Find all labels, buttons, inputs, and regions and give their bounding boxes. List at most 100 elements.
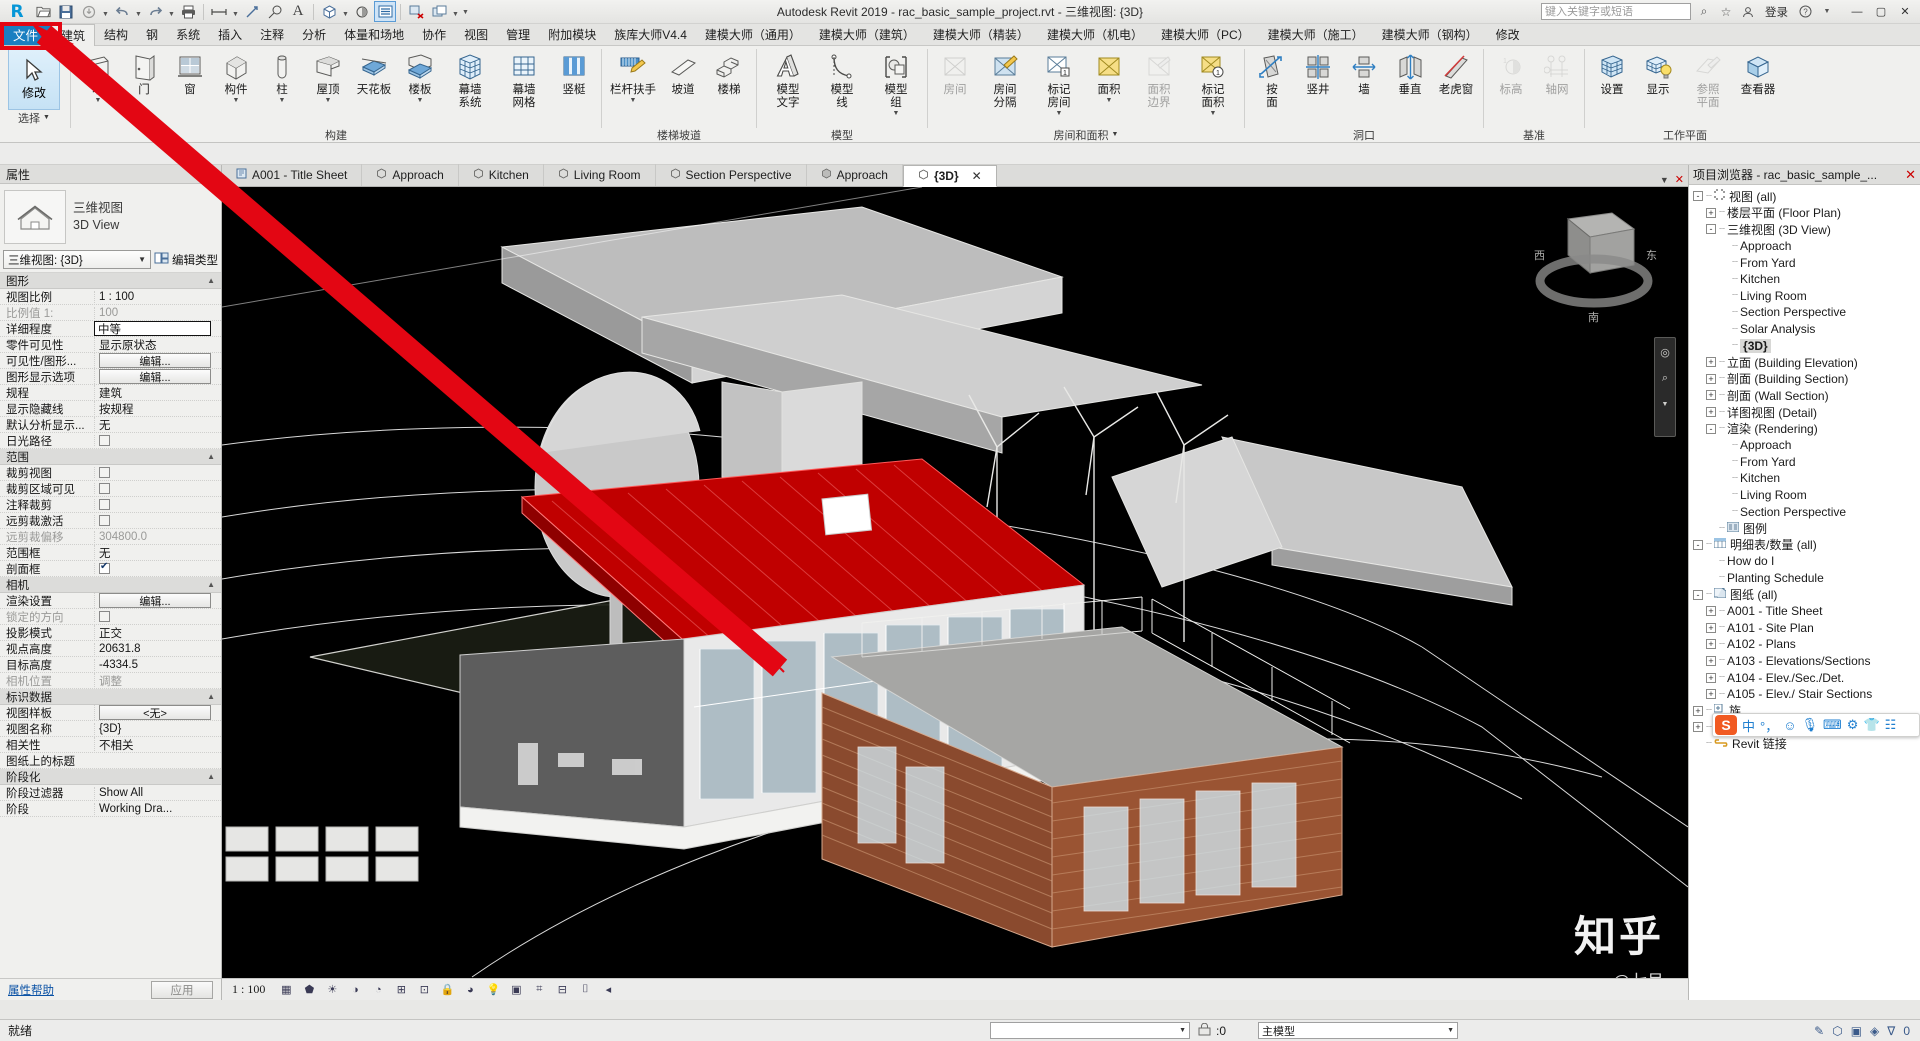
tree-node[interactable]: +┄A103 - Elevations/Sections xyxy=(1691,653,1920,670)
reveal-hidden-elements-icon[interactable]: 💡 xyxy=(485,982,501,998)
chevron-down-icon[interactable]: ▼ xyxy=(279,97,286,104)
expand-icon[interactable]: + xyxy=(1706,390,1716,400)
ribbon-tool-railing[interactable]: 栏杆扶手▼ xyxy=(606,49,660,104)
active-workset-icon[interactable]: ◈ xyxy=(1870,1024,1879,1038)
sun-path-icon[interactable]: ☀ xyxy=(324,982,340,998)
ime-toolbox-icon[interactable]: ⚙ xyxy=(1847,717,1859,733)
view-tab-0[interactable]: A001 - Title Sheet xyxy=(222,164,362,186)
shadows-icon[interactable]: ◑ xyxy=(347,982,363,998)
property-value[interactable]: Show All xyxy=(94,787,221,799)
view-tab-5[interactable]: Approach xyxy=(807,164,903,186)
tag-icon[interactable] xyxy=(264,1,286,22)
tree-node[interactable]: -┄明细表/数量 (all) xyxy=(1691,536,1920,553)
drawing-canvas[interactable]: 西 东 南 ◎ ⌕ ▼ 知乎 @七号 xyxy=(222,187,1688,1000)
visual-style-icon[interactable]: ⬟ xyxy=(301,982,317,998)
tree-node-label[interactable]: 图纸 (all) xyxy=(1730,586,1777,603)
ribbon-tool-curtain-grid[interactable]: 幕墙网格 xyxy=(497,49,551,110)
project-browser-tree[interactable]: -┄视图 (all)+┄楼层平面 (Floor Plan)-┄三维视图 (3D … xyxy=(1689,185,1920,1000)
checkbox[interactable] xyxy=(99,611,110,622)
tree-node[interactable]: ┄Approach xyxy=(1691,437,1920,454)
tree-node-label[interactable]: From Yard xyxy=(1740,256,1796,270)
measure-icon[interactable] xyxy=(208,1,230,22)
ribbon-tab-16[interactable]: 建模大师（机电） xyxy=(1038,23,1152,45)
properties-group-4[interactable]: 阶段化▲ xyxy=(0,769,221,785)
tree-node[interactable]: ┄{3D} xyxy=(1691,337,1920,354)
undo-dropdown-icon[interactable]: ▼ xyxy=(134,1,143,22)
ribbon-tab-20[interactable]: 修改 xyxy=(1487,23,1529,45)
collapse-icon[interactable]: - xyxy=(1693,540,1703,550)
minimize-button[interactable]: — xyxy=(1846,2,1868,22)
tree-node[interactable]: +┄剖面 (Building Section) xyxy=(1691,371,1920,388)
ribbon-tool-floor[interactable]: 楼板▼ xyxy=(397,49,443,104)
print-icon[interactable] xyxy=(177,1,199,22)
switch-windows-icon[interactable] xyxy=(428,1,450,22)
navbar-dropdown-icon[interactable]: ▼ xyxy=(1657,396,1673,412)
expand-icon[interactable]: + xyxy=(1706,673,1716,683)
view-tab-2[interactable]: Kitchen xyxy=(459,164,544,186)
tree-node-label[interactable]: 剖面 (Wall Section) xyxy=(1727,387,1829,404)
tree-node[interactable]: ┄图例 xyxy=(1691,520,1920,537)
redo-dropdown-icon[interactable]: ▼ xyxy=(167,1,176,22)
ribbon-tool-show-workplane[interactable]: 显示 xyxy=(1635,49,1681,97)
redo-icon[interactable] xyxy=(144,1,166,22)
tree-node[interactable]: +┄立面 (Building Elevation) xyxy=(1691,354,1920,371)
chevron-up-icon[interactable]: ▲ xyxy=(207,692,215,701)
tree-node-label[interactable]: Approach xyxy=(1740,239,1791,253)
ribbon-tab-11[interactable]: 附加模块 xyxy=(539,23,605,45)
tree-node[interactable]: ┄From Yard xyxy=(1691,254,1920,271)
ribbon-tool-model-group[interactable]: 模型组▼ xyxy=(869,49,923,117)
tree-node-label[interactable]: Revit 链接 xyxy=(1732,735,1787,752)
property-value[interactable]: 1 : 100 xyxy=(94,291,221,303)
save-as-icon[interactable] xyxy=(78,1,100,22)
checkbox[interactable] xyxy=(99,563,110,574)
tree-node-label[interactable]: A103 - Elevations/Sections xyxy=(1727,654,1870,668)
sogou-logo-icon[interactable]: S xyxy=(1715,715,1737,735)
ribbon-tab-4[interactable]: 插入 xyxy=(209,23,251,45)
ribbon-tab-18[interactable]: 建模大师（施工） xyxy=(1259,23,1373,45)
collapse-icon[interactable]: - xyxy=(1706,224,1716,234)
rendering-dialog-icon[interactable]: ◔ xyxy=(370,982,386,998)
properties-help-link[interactable]: 属性帮助 xyxy=(8,982,54,998)
ribbon-tool-wall[interactable]: 墙▼ xyxy=(75,49,121,104)
view-tab-4[interactable]: Section Perspective xyxy=(656,164,807,186)
tree-node-label[interactable]: 图例 xyxy=(1743,520,1767,537)
detail-level-icon[interactable]: ▦ xyxy=(278,982,294,998)
tree-node-label[interactable]: 三维视图 (3D View) xyxy=(1727,221,1831,238)
ribbon-tool-tag-area[interactable]: 1标记面积▼ xyxy=(1186,49,1240,117)
tree-node[interactable]: +┄A102 - Plans xyxy=(1691,636,1920,653)
tree-node-label[interactable]: Solar Analysis xyxy=(1740,322,1815,336)
property-value[interactable]: 建筑 xyxy=(94,385,221,401)
ribbon-tab-12[interactable]: 族库大师V4.4 xyxy=(605,23,696,45)
tree-node-label[interactable]: 剖面 (Building Section) xyxy=(1727,370,1848,387)
ribbon-tab-5[interactable]: 注释 xyxy=(251,23,293,45)
expand-icon[interactable]: + xyxy=(1706,374,1716,384)
signin-button[interactable]: 登录 xyxy=(1761,4,1792,20)
apply-button[interactable]: 应用 xyxy=(151,981,213,999)
ribbon-tool-dormer-opening[interactable]: 老虎窗 xyxy=(1433,49,1479,97)
ribbon-tool-viewer[interactable]: 查看器 xyxy=(1735,49,1781,97)
expand-icon[interactable]: + xyxy=(1706,357,1716,367)
analytical-model-icon[interactable]: ⌗ xyxy=(531,982,547,998)
ribbon-tool-stair[interactable]: 楼梯 xyxy=(706,49,752,97)
constraints-icon[interactable]: ⊟ xyxy=(554,982,570,998)
tree-node-label[interactable]: From Yard xyxy=(1740,455,1796,469)
property-value[interactable]: {3D} xyxy=(94,723,221,735)
text-icon[interactable]: A xyxy=(287,1,309,22)
tree-node[interactable]: ┄Section Perspective xyxy=(1691,503,1920,520)
checkbox[interactable] xyxy=(99,515,110,526)
property-value[interactable]: Working Dra... xyxy=(94,803,221,815)
chevron-down-icon[interactable]: ▼ xyxy=(1210,110,1217,117)
temporary-view-properties-icon[interactable]: ▣ xyxy=(508,982,524,998)
view-tab-6[interactable]: {3D}✕ xyxy=(903,165,997,187)
chevron-up-icon[interactable]: ▲ xyxy=(207,772,215,781)
tree-node-label[interactable]: 视图 (all) xyxy=(1729,188,1776,205)
chevron-down-icon[interactable]: ▼ xyxy=(43,114,50,121)
tree-node-label[interactable]: Living Room xyxy=(1740,488,1807,502)
tree-node[interactable]: ┄Kitchen xyxy=(1691,271,1920,288)
measure-dropdown-icon[interactable]: ▼ xyxy=(231,1,240,22)
undo-icon[interactable] xyxy=(111,1,133,22)
account-icon[interactable] xyxy=(1739,3,1757,21)
checkbox[interactable] xyxy=(99,483,110,494)
tree-node-label[interactable]: 明细表/数量 (all) xyxy=(1730,536,1817,553)
save-as-dropdown-icon[interactable]: ▼ xyxy=(101,1,110,22)
